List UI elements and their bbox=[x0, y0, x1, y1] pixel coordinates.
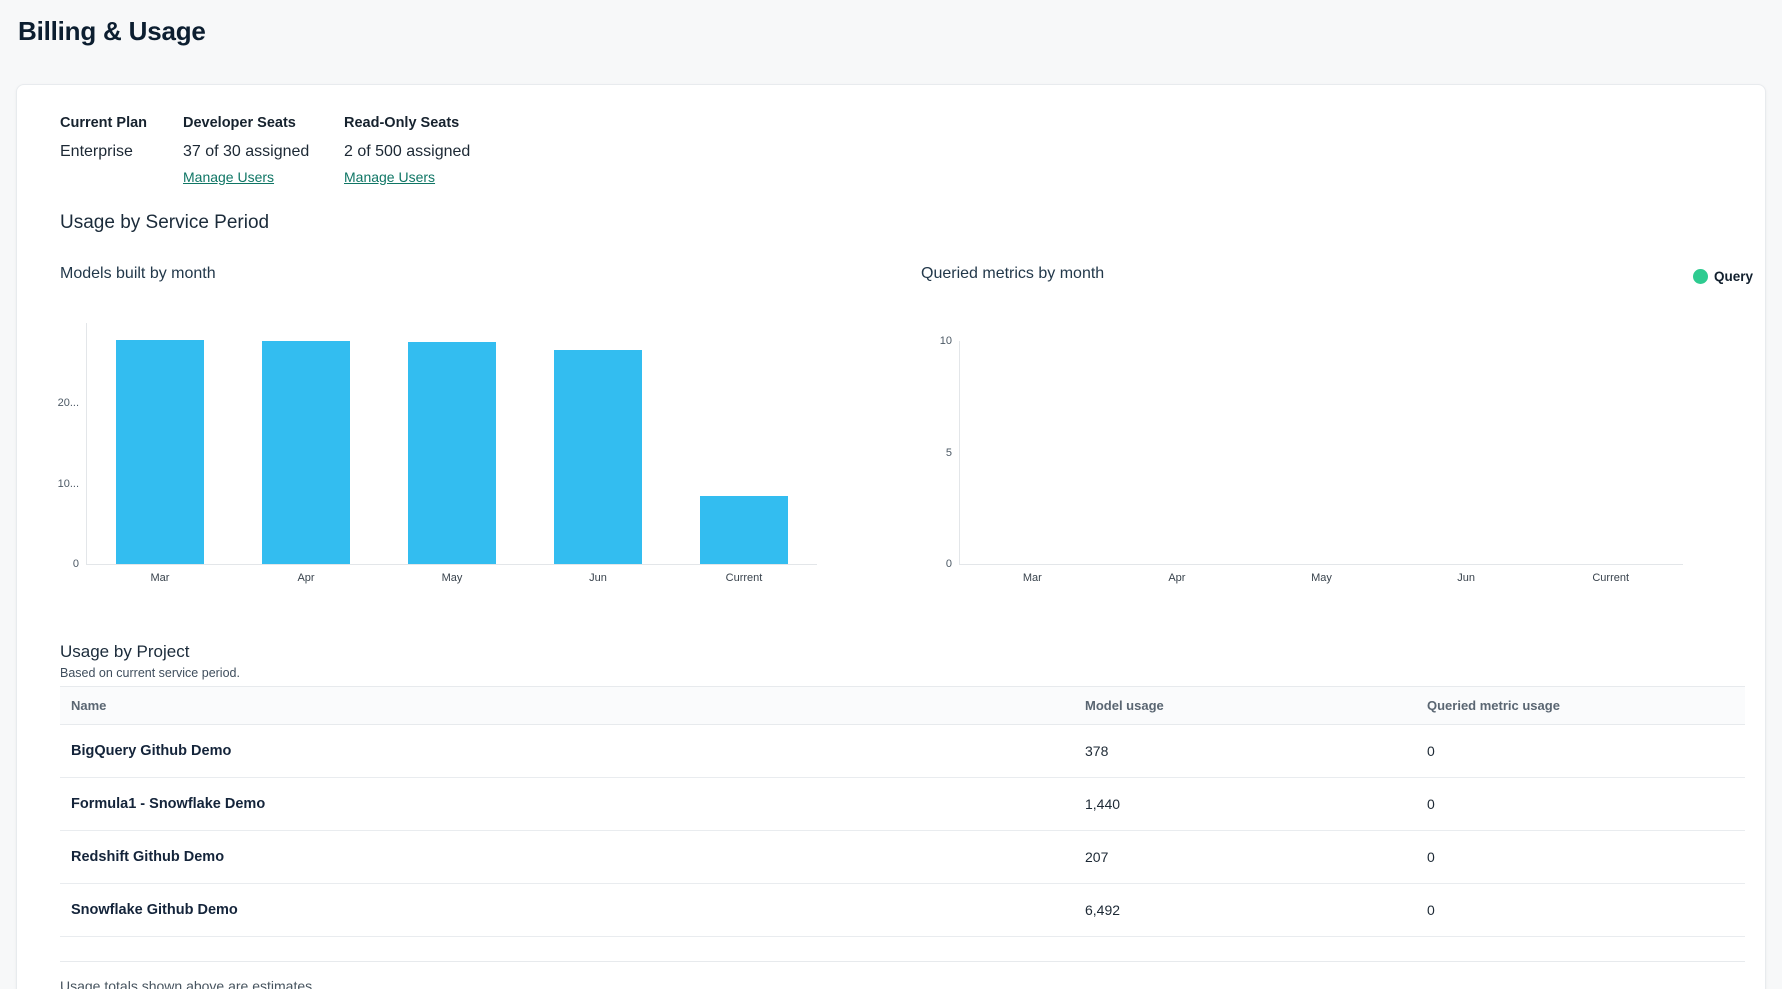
bar-current bbox=[700, 496, 788, 564]
y-axis-tick-label: 10 bbox=[912, 335, 952, 347]
usage-by-project-table: Name Model usage Queried metric usage Bi… bbox=[60, 686, 1745, 962]
column-header-model-usage: Model usage bbox=[1074, 698, 1416, 713]
developer-seats-value: 37 of 30 assigned bbox=[183, 143, 344, 161]
current-plan-value: Enterprise bbox=[60, 143, 183, 161]
plan-summary: Current Plan Enterprise Developer Seats … bbox=[60, 115, 470, 187]
bar-may bbox=[408, 342, 496, 564]
queried-metric-usage-value: 0 bbox=[1416, 849, 1745, 865]
model-usage-value: 207 bbox=[1074, 849, 1416, 865]
query-legend-label: Query bbox=[1714, 269, 1753, 284]
query-legend-dot-icon bbox=[1693, 269, 1708, 284]
model-usage-value: 378 bbox=[1074, 743, 1416, 759]
x-axis-tick-label: Apr bbox=[233, 572, 379, 584]
readonly-seats-label: Read-Only Seats bbox=[344, 115, 470, 131]
queried-metric-usage-value: 0 bbox=[1416, 743, 1745, 759]
manage-readonly-users-link[interactable]: Manage Users bbox=[344, 169, 435, 185]
current-plan-column: Current Plan Enterprise bbox=[60, 115, 183, 187]
x-axis-tick-label: Current bbox=[1538, 572, 1683, 584]
table-row: BigQuery Github Demo 378 0 bbox=[60, 725, 1745, 778]
table-row: Snowflake Github Demo 6,492 0 bbox=[60, 884, 1745, 937]
x-axis-tick-label: Jun bbox=[525, 572, 671, 584]
queried-metrics-chart-title: Queried metrics by month bbox=[921, 265, 1767, 283]
models-built-chart-title: Models built by month bbox=[60, 265, 860, 283]
column-header-queried-metric-usage: Queried metric usage bbox=[1416, 698, 1745, 713]
table-footer-divider bbox=[60, 937, 1745, 962]
x-axis-tick-label: Current bbox=[671, 572, 817, 584]
bar-apr bbox=[262, 341, 350, 564]
queried-metrics-chart: Queried metrics by month Query 0510MarAp… bbox=[921, 265, 1767, 595]
x-axis-tick-label: Apr bbox=[1105, 572, 1250, 584]
usage-estimates-footnote: Usage totals shown above are estimates bbox=[60, 978, 1745, 989]
page-title: Billing & Usage bbox=[18, 16, 206, 47]
readonly-seats-value: 2 of 500 assigned bbox=[344, 143, 470, 161]
queried-metric-usage-value: 0 bbox=[1416, 796, 1745, 812]
project-name: BigQuery Github Demo bbox=[60, 743, 1074, 759]
usage-by-project-subtitle: Based on current service period. bbox=[60, 665, 1745, 681]
queried-metric-usage-value: 0 bbox=[1416, 902, 1745, 918]
developer-seats-column: Developer Seats 37 of 30 assigned Manage… bbox=[183, 115, 344, 187]
y-axis-tick-label: 5 bbox=[912, 447, 952, 459]
current-plan-label: Current Plan bbox=[60, 115, 183, 131]
usage-by-project-title: Usage by Project bbox=[60, 641, 1745, 663]
x-axis-tick-label: May bbox=[1249, 572, 1394, 584]
query-legend: Query bbox=[1693, 266, 1753, 286]
readonly-seats-column: Read-Only Seats 2 of 500 assigned Manage… bbox=[344, 115, 470, 187]
y-axis-tick-label: 0 bbox=[39, 558, 79, 570]
y-axis-tick-label: 10... bbox=[39, 478, 79, 490]
model-usage-value: 1,440 bbox=[1074, 796, 1416, 812]
table-row: Redshift Github Demo 207 0 bbox=[60, 831, 1745, 884]
x-axis-tick-label: Mar bbox=[960, 572, 1105, 584]
x-axis-tick-label: Mar bbox=[87, 572, 233, 584]
developer-seats-label: Developer Seats bbox=[183, 115, 344, 131]
bar-mar bbox=[116, 340, 204, 564]
project-name: Snowflake Github Demo bbox=[60, 902, 1074, 918]
table-header-row: Name Model usage Queried metric usage bbox=[60, 687, 1745, 725]
column-header-name: Name bbox=[60, 698, 1074, 713]
billing-card: Current Plan Enterprise Developer Seats … bbox=[16, 84, 1766, 989]
bar-jun bbox=[554, 350, 642, 564]
table-row: Formula1 - Snowflake Demo 1,440 0 bbox=[60, 778, 1745, 831]
model-usage-value: 6,492 bbox=[1074, 902, 1416, 918]
queried-metrics-plot: 0510MarAprMayJunCurrent bbox=[959, 341, 1683, 565]
project-name: Formula1 - Snowflake Demo bbox=[60, 796, 1074, 812]
usage-by-project-section: Usage by Project Based on current servic… bbox=[60, 641, 1745, 989]
manage-developer-users-link[interactable]: Manage Users bbox=[183, 169, 274, 185]
y-axis-tick-label: 0 bbox=[912, 558, 952, 570]
x-axis-tick-label: May bbox=[379, 572, 525, 584]
usage-section-title: Usage by Service Period bbox=[60, 212, 269, 234]
project-name: Redshift Github Demo bbox=[60, 849, 1074, 865]
y-axis-tick-label: 20... bbox=[39, 397, 79, 409]
x-axis-tick-label: Jun bbox=[1394, 572, 1539, 584]
models-built-plot: 010...20...MarAprMayJunCurrent bbox=[86, 323, 817, 565]
models-built-chart: Models built by month 010...20...MarAprM… bbox=[60, 265, 860, 595]
